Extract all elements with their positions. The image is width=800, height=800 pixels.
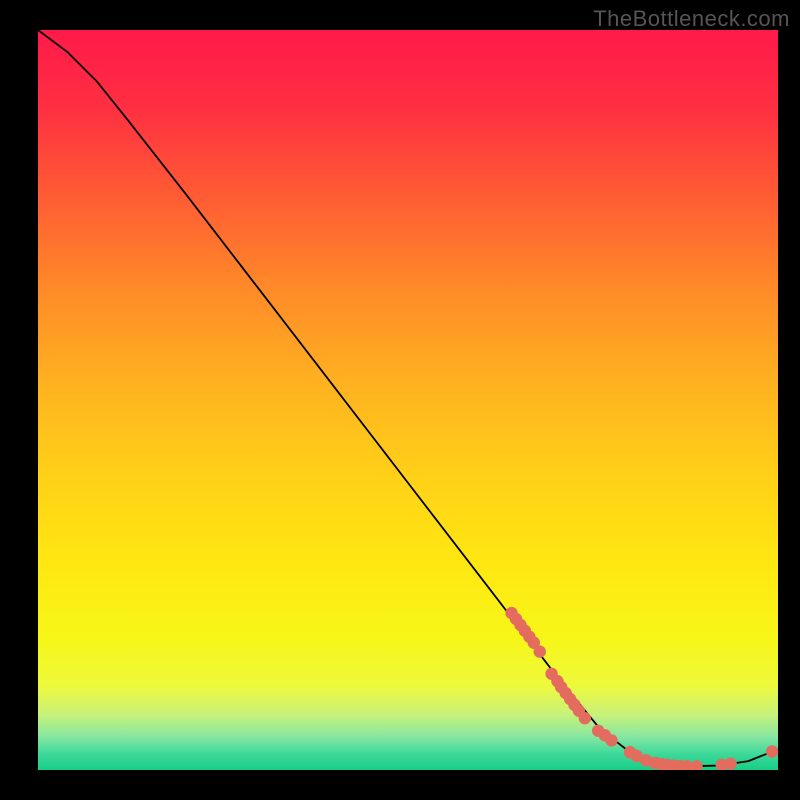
data-point: [534, 645, 546, 657]
data-point: [724, 758, 736, 770]
chart-frame: TheBottleneck.com: [0, 0, 800, 800]
chart-svg: [38, 30, 778, 770]
gradient-background: [38, 30, 778, 770]
data-point: [766, 745, 778, 757]
data-point: [605, 734, 617, 746]
data-point: [579, 712, 591, 724]
plot-area: [38, 30, 778, 770]
watermark-text: TheBottleneck.com: [593, 6, 790, 32]
